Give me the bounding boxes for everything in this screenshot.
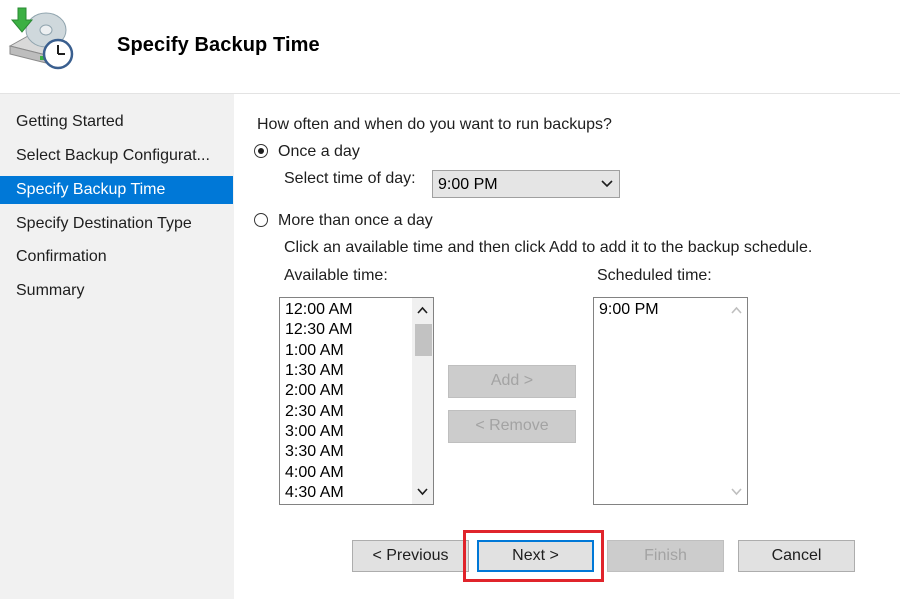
wizard-steps-sidebar: Getting Started Select Backup Configurat…	[0, 94, 234, 599]
sidebar-item-specify-destination-type[interactable]: Specify Destination Type	[0, 210, 233, 238]
list-item[interactable]: 3:00 AM	[285, 422, 344, 442]
scroll-up-icon[interactable]	[417, 306, 428, 314]
select-time-label: Select time of day:	[284, 170, 416, 187]
backup-disk-clock-icon	[8, 7, 74, 70]
list-item[interactable]: 4:00 AM	[285, 463, 344, 483]
once-a-day-radio[interactable]	[254, 144, 268, 158]
scroll-thumb[interactable]	[415, 324, 432, 356]
more-than-once-label[interactable]: More than once a day	[278, 212, 433, 230]
sidebar-item-specify-backup-time[interactable]: Specify Backup Time	[0, 176, 233, 204]
previous-button[interactable]: < Previous	[352, 540, 469, 572]
sidebar-item-getting-started[interactable]: Getting Started	[0, 108, 233, 136]
wizard-header: Specify Backup Time	[0, 0, 900, 94]
list-item[interactable]: 2:30 AM	[285, 402, 344, 422]
more-than-once-radio[interactable]	[254, 213, 268, 227]
wizard-content: How often and when do you want to run ba…	[236, 94, 900, 599]
available-time-label: Available time:	[284, 267, 388, 284]
remove-button[interactable]: < Remove	[448, 410, 576, 443]
list-item[interactable]: 1:30 AM	[285, 361, 344, 381]
list-item[interactable]: 12:00 AM	[285, 300, 353, 320]
chevron-down-icon	[601, 180, 613, 188]
schedule-instruction: Click an available time and then click A…	[284, 239, 813, 256]
frequency-question: How often and when do you want to run ba…	[257, 116, 612, 133]
sidebar-item-summary[interactable]: Summary	[0, 277, 233, 305]
scroll-down-icon[interactable]	[417, 488, 428, 496]
finish-button[interactable]: Finish	[607, 540, 724, 572]
sidebar-item-select-backup-configuration[interactable]: Select Backup Configurat...	[0, 142, 233, 170]
list-item[interactable]: 9:00 PM	[599, 300, 659, 320]
list-item[interactable]: 3:30 AM	[285, 442, 344, 462]
cancel-button[interactable]: Cancel	[738, 540, 855, 572]
list-item[interactable]: 12:30 AM	[285, 320, 353, 340]
next-button-highlight	[463, 530, 604, 582]
available-time-scrollbar[interactable]	[412, 298, 433, 504]
available-time-list[interactable]: 12:00 AM 12:30 AM 1:00 AM 1:30 AM 2:00 A…	[279, 297, 434, 505]
time-of-day-value: 9:00 PM	[438, 176, 498, 193]
scheduled-time-label: Scheduled time:	[597, 267, 712, 284]
list-item[interactable]: 4:30 AM	[285, 483, 344, 503]
scheduled-time-list[interactable]: 9:00 PM	[593, 297, 748, 505]
page-title: Specify Backup Time	[117, 34, 320, 56]
time-of-day-select[interactable]: 9:00 PM	[432, 170, 620, 198]
sidebar-item-confirmation[interactable]: Confirmation	[0, 243, 233, 271]
scroll-up-icon	[731, 306, 742, 314]
add-button[interactable]: Add >	[448, 365, 576, 398]
scroll-down-icon	[731, 488, 742, 496]
list-item[interactable]: 1:00 AM	[285, 341, 344, 361]
list-item[interactable]: 2:00 AM	[285, 381, 344, 401]
scheduled-time-scrollbar	[726, 298, 747, 504]
once-a-day-label[interactable]: Once a day	[278, 143, 360, 161]
